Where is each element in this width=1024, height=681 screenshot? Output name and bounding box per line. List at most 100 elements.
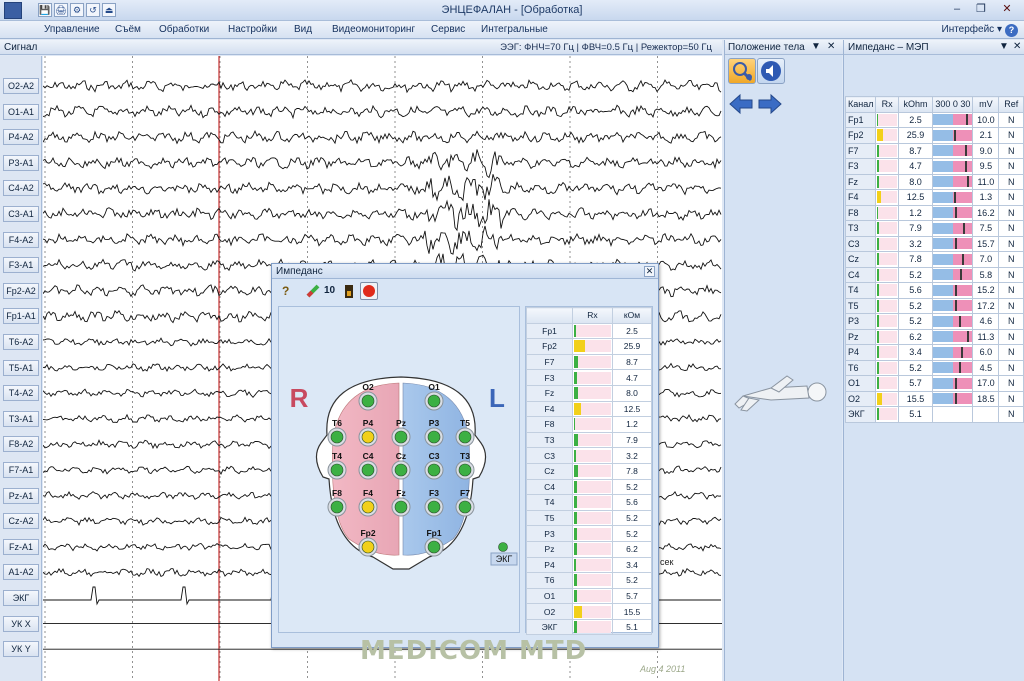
minimize-button[interactable]: – <box>946 2 968 17</box>
panel-dropdown-icon[interactable]: ▼ <box>811 41 821 52</box>
channel-label[interactable]: F4-A2 <box>3 231 39 248</box>
close-button[interactable]: ✕ <box>996 2 1018 17</box>
menu-integral[interactable]: Интегральные <box>481 24 548 35</box>
col-kohm-header[interactable]: kOhm <box>897 96 934 113</box>
table-row[interactable]: C4 5.2 <box>526 478 652 496</box>
menu-view[interactable]: Вид <box>294 24 312 35</box>
table-row[interactable]: F3 4.7 <box>526 369 652 386</box>
panel-dropdown-icon[interactable]: ▼ <box>999 41 1009 52</box>
electrode-cz[interactable] <box>391 460 411 480</box>
col-name-header[interactable] <box>526 307 573 324</box>
table-row[interactable]: Cz 7.8 <box>526 462 652 480</box>
channel-label[interactable]: F3-A1 <box>3 257 39 274</box>
col-ref-header[interactable]: Ref <box>998 96 1024 113</box>
electrode-f4[interactable] <box>358 497 378 517</box>
electrode-f8[interactable] <box>327 497 347 517</box>
channel-label[interactable]: ЭКГ <box>3 590 39 606</box>
table-row[interactable]: T4 5.6 15.2 N <box>844 282 1024 299</box>
table-row[interactable]: T6 5.2 4.5 N <box>844 359 1024 376</box>
table-row[interactable]: T6 5.2 <box>526 572 652 589</box>
table-row[interactable]: F7 8.7 <box>526 353 652 371</box>
table-row[interactable]: F8 1.2 16.2 N <box>844 204 1024 221</box>
channel-label[interactable]: F8-A2 <box>3 436 39 453</box>
electrode-c4[interactable] <box>358 460 378 480</box>
record-button[interactable] <box>360 282 378 300</box>
table-row[interactable]: Fp2 25.9 <box>526 338 652 355</box>
col-rx-header[interactable]: Rx <box>572 307 613 324</box>
maximize-button[interactable]: ❐ <box>970 2 992 17</box>
channel-label[interactable]: Pz-A1 <box>3 487 39 504</box>
threshold-value[interactable]: 10 <box>324 285 335 296</box>
channel-label[interactable]: A1-A2 <box>3 564 39 581</box>
table-row[interactable]: ЭКГ 5.1 <box>526 618 652 636</box>
table-row[interactable]: O1 5.7 <box>526 587 652 605</box>
channel-label[interactable]: O1-A1 <box>3 103 39 120</box>
menu-settings[interactable]: Настройки <box>228 24 277 35</box>
electrode-t4[interactable] <box>327 460 347 480</box>
col-scale-header[interactable]: 300 0 30 <box>932 96 974 113</box>
channel-label[interactable]: УК X <box>3 615 39 632</box>
menu-control[interactable]: Управление <box>44 24 100 35</box>
col-kom-header[interactable]: кОм <box>612 307 652 324</box>
electrode-pz[interactable] <box>391 427 411 447</box>
table-row[interactable]: Cz 7.8 7.0 N <box>844 251 1024 268</box>
table-row[interactable]: O2 15.5 18.5 N <box>844 390 1024 407</box>
electrode-fz[interactable] <box>391 497 411 517</box>
sound-button[interactable] <box>757 58 785 84</box>
table-row[interactable]: Pz 6.2 11.3 N <box>844 328 1024 345</box>
col-rx-header[interactable]: Rx <box>875 96 899 113</box>
electrode-t3[interactable] <box>455 460 475 480</box>
table-row[interactable]: Pz 6.2 <box>526 540 652 558</box>
help-icon[interactable]: ? <box>282 284 289 298</box>
table-row[interactable]: O1 5.7 17.0 N <box>844 375 1024 392</box>
electrode-p4[interactable] <box>358 427 378 447</box>
electrode-f7[interactable] <box>455 497 475 517</box>
table-row[interactable]: F4 12.5 1.3 N <box>844 189 1024 206</box>
table-row[interactable]: F3 4.7 9.5 N <box>844 158 1024 175</box>
channel-label[interactable]: Fz-A1 <box>3 538 39 555</box>
table-row[interactable]: C4 5.2 5.8 N <box>844 266 1024 283</box>
panel-close-icon[interactable]: ✕ <box>1013 41 1021 52</box>
table-row[interactable]: Fz 8.0 <box>526 384 652 402</box>
menu-processing[interactable]: Обработки <box>159 24 209 35</box>
channel-label[interactable]: УК Y <box>3 641 39 658</box>
electrode-c3[interactable] <box>424 460 444 480</box>
electrode-fp1[interactable] <box>424 537 444 557</box>
help-icon[interactable]: ? <box>1005 24 1018 37</box>
channel-label[interactable]: Cz-A2 <box>3 513 39 530</box>
table-row[interactable]: P3 5.2 4.6 N <box>844 313 1024 330</box>
electrode-p3[interactable] <box>424 427 444 447</box>
table-row[interactable]: T5 5.2 <box>526 509 652 527</box>
next-button[interactable] <box>757 92 785 118</box>
table-row[interactable]: Fp2 25.9 2.1 N <box>844 127 1024 144</box>
menu-video[interactable]: Видеомониторинг <box>332 24 415 35</box>
table-row[interactable]: O2 15.5 <box>526 603 652 620</box>
channel-label[interactable]: O2-A2 <box>3 78 39 94</box>
prev-button[interactable] <box>728 92 756 118</box>
channel-label[interactable]: P3-A1 <box>3 154 39 171</box>
table-row[interactable]: P3 5.2 <box>526 525 652 542</box>
channel-label[interactable]: T3-A1 <box>3 410 39 427</box>
panel-close-icon[interactable]: ✕ <box>827 41 835 52</box>
channel-label[interactable]: F7-A1 <box>3 462 39 478</box>
electrode-o2[interactable] <box>358 391 378 411</box>
channel-label[interactable]: P4-A2 <box>3 129 39 146</box>
electrode-t5[interactable] <box>455 427 475 447</box>
channel-label[interactable]: C3-A1 <box>3 206 39 222</box>
electrode-pencil-icon[interactable] <box>306 284 320 298</box>
table-row[interactable]: T3 7.9 <box>526 431 652 449</box>
col-mv-header[interactable]: mV <box>972 96 1000 113</box>
table-row[interactable]: F8 1.2 <box>526 416 652 433</box>
table-row[interactable]: C3 3.2 15.7 N <box>844 235 1024 252</box>
table-row[interactable]: T4 5.6 <box>526 494 652 511</box>
table-row[interactable]: P4 3.4 <box>526 556 652 574</box>
table-row[interactable]: ЭКГ 5.1 N <box>844 406 1024 423</box>
table-row[interactable]: T5 5.2 17.2 N <box>844 297 1024 314</box>
channel-label[interactable]: Fp1-A1 <box>3 308 39 325</box>
channel-label[interactable]: T6-A2 <box>3 334 39 350</box>
table-row[interactable]: F4 12.5 <box>526 400 652 418</box>
table-row[interactable]: Fz 8.0 11.0 N <box>844 173 1024 190</box>
dialog-close-button[interactable]: ✕ <box>644 266 655 277</box>
channel-label[interactable]: C4-A2 <box>3 180 39 197</box>
channel-label[interactable]: T4-A2 <box>3 385 39 402</box>
